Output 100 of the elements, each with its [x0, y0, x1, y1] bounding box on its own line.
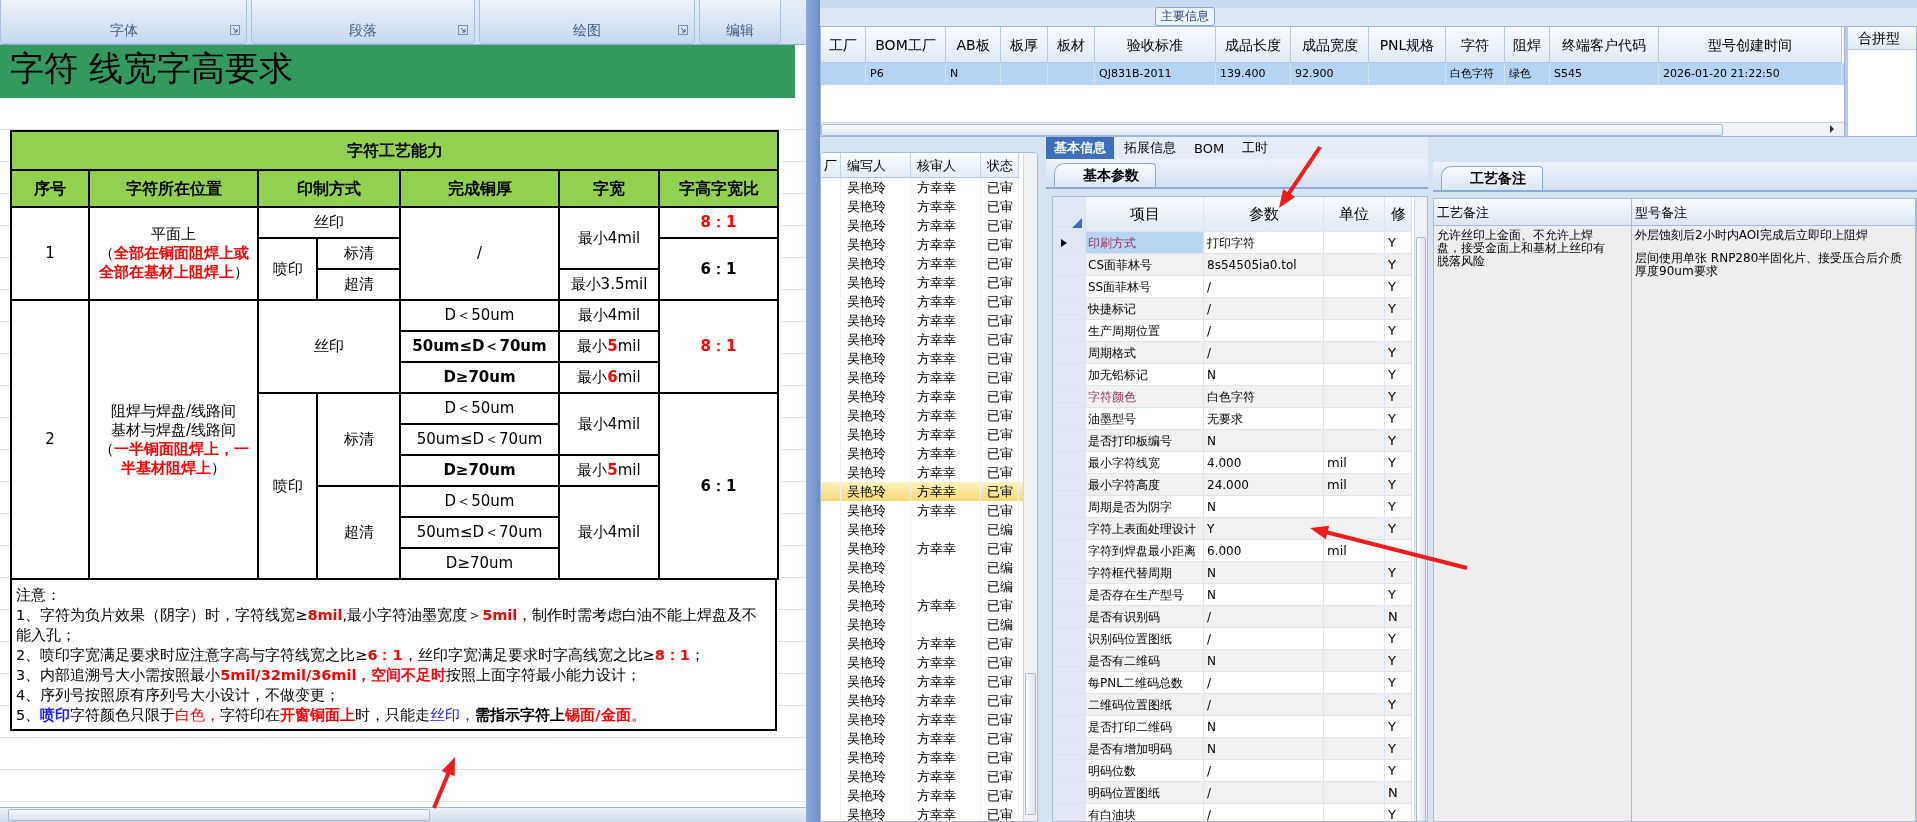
vertical-scrollbar[interactable]: [1414, 197, 1427, 821]
table-cell: [1324, 342, 1385, 364]
column-header[interactable]: 项目: [1086, 197, 1204, 232]
list-row[interactable]: 吴艳玲 方幸幸 已审: [821, 767, 1023, 786]
table-cell: 吴艳玲: [841, 273, 911, 292]
splitter-bar[interactable]: [806, 0, 820, 822]
column-header[interactable]: 阻焊: [1505, 27, 1550, 63]
list-row[interactable]: 吴艳玲 已编: [821, 577, 1023, 596]
tab[interactable]: 拓展信息: [1116, 137, 1184, 159]
list-row[interactable]: 吴艳玲 方幸幸 已审: [821, 805, 1023, 821]
list-row[interactable]: 吴艳玲 方幸幸 已审: [821, 349, 1023, 368]
list-row[interactable]: 吴艳玲 方幸幸 已审: [821, 634, 1023, 653]
table-cell: 方幸幸: [911, 254, 981, 273]
list-row[interactable]: 吴艳玲 方幸幸 已审: [821, 273, 1023, 292]
list-row[interactable]: 吴艳玲 方幸幸 已审: [821, 691, 1023, 710]
tab[interactable]: 工时: [1234, 137, 1277, 159]
horizontal-scrollbar[interactable]: [821, 122, 1844, 136]
list-row[interactable]: 吴艳玲 方幸幸 已审: [821, 368, 1023, 387]
corner-triangle-icon[interactable]: [1072, 218, 1082, 228]
scroll-right-icon[interactable]: [1828, 125, 1836, 133]
table-cell: 已审: [981, 406, 1019, 425]
table-cell: 方幸幸: [911, 748, 981, 767]
list-row[interactable]: 吴艳玲 已编: [821, 615, 1023, 634]
table-cell: 字符颜色: [1086, 386, 1204, 408]
table-cell: [1324, 650, 1385, 672]
dialog-launcher-icon[interactable]: [458, 25, 468, 35]
list-row[interactable]: 吴艳玲 方幸幸 已审: [821, 539, 1023, 558]
table-cell: 已编: [981, 520, 1019, 539]
column-header[interactable]: 工厂: [821, 27, 866, 63]
list-row[interactable]: 吴艳玲 方幸幸 已审: [821, 444, 1023, 463]
column-header[interactable]: 字符: [1446, 27, 1505, 63]
list-row[interactable]: 吴艳玲 方幸幸 已审: [821, 235, 1023, 254]
row-header[interactable]: [1053, 232, 1086, 254]
list-row[interactable]: 吴艳玲 方幸幸 已审: [821, 596, 1023, 615]
table-cell: 吴艳玲: [841, 539, 911, 558]
subtab[interactable]: 基本参数: [1054, 163, 1156, 187]
column-header[interactable]: 成品长度: [1216, 27, 1291, 63]
column-header[interactable]: BOM工厂: [866, 27, 946, 63]
column-header[interactable]: 验收标准: [1095, 27, 1216, 63]
column-header[interactable]: 厂: [821, 153, 841, 178]
list-row[interactable]: 吴艳玲 方幸幸 已审: [821, 330, 1023, 349]
column-header[interactable]: 板材: [1048, 27, 1095, 63]
list-row[interactable]: 吴艳玲 方幸幸 已审: [821, 197, 1023, 216]
column-header[interactable]: 板厚: [1001, 27, 1048, 63]
list-row[interactable]: 吴艳玲 方幸幸 已审: [821, 387, 1023, 406]
table-cell: N: [1385, 782, 1412, 804]
column-header[interactable]: PNL规格: [1369, 27, 1446, 63]
list-row[interactable]: 吴艳玲 方幸幸 已审: [821, 710, 1023, 729]
tab[interactable]: BOM: [1186, 137, 1233, 159]
subtab[interactable]: 工艺备注: [1441, 166, 1543, 190]
list-row[interactable]: 吴艳玲 方幸幸 已审: [821, 501, 1023, 520]
column-header[interactable]: 终端客户代码: [1550, 27, 1659, 63]
column-header[interactable]: AB板: [946, 27, 1001, 63]
list-row[interactable]: 吴艳玲 方幸幸 已审: [821, 786, 1023, 805]
column-header[interactable]: 成品宽度: [1291, 27, 1369, 63]
column-header[interactable]: 核审人: [911, 153, 981, 178]
column-header[interactable]: 修: [1385, 197, 1412, 232]
table-cell: 方幸幸: [911, 501, 981, 520]
table-cell: CS面菲林号: [1086, 254, 1204, 276]
list-row[interactable]: 吴艳玲 方幸幸 已审: [821, 406, 1023, 425]
column-header[interactable]: 状态: [981, 153, 1019, 178]
table-cell: 吴艳玲: [841, 197, 911, 216]
list-row[interactable]: 吴艳玲 方幸幸 已审: [821, 178, 1023, 197]
column-header[interactable]: 工艺备注: [1434, 199, 1632, 226]
list-row[interactable]: 吴艳玲 方幸幸 已审: [821, 311, 1023, 330]
list-row[interactable]: 吴艳玲 已编: [821, 520, 1023, 539]
dialog-launcher-icon[interactable]: [678, 25, 688, 35]
table-cell: 方幸幸: [911, 273, 981, 292]
table-cell: 是否有增加明码: [1086, 738, 1204, 760]
list-row[interactable]: 吴艳玲 方幸幸 已审: [821, 482, 1023, 501]
column-header[interactable]: 型号创建时间: [1659, 27, 1842, 63]
list-row[interactable]: 吴艳玲 方幸幸 已审: [821, 254, 1023, 273]
list-row[interactable]: 吴艳玲 方幸幸 已审: [821, 292, 1023, 311]
table-row[interactable]: P6 N QJ831B-2011 139.400 92.900 白色字符 绿色 S545 2026-01-20 21:22:50: [821, 63, 1844, 85]
table-cell: N: [1204, 738, 1324, 760]
list-row[interactable]: 吴艳玲 方幸幸 已审: [821, 216, 1023, 235]
table-cell: 吴艳玲: [841, 748, 911, 767]
list-row[interactable]: 吴艳玲 方幸幸 已审: [821, 425, 1023, 444]
list-row[interactable]: 吴艳玲 方幸幸 已审: [821, 748, 1023, 767]
table-cell: 已审: [981, 444, 1019, 463]
column-header[interactable]: 型号备注: [1632, 199, 1916, 226]
dialog-launcher-icon[interactable]: [230, 25, 240, 35]
table-cell: D≥70um: [400, 362, 559, 393]
tab[interactable]: 基本信息: [1046, 137, 1114, 159]
column-header[interactable]: 单位: [1324, 197, 1385, 232]
table-title: 字符工艺能力: [11, 131, 779, 170]
table-cell: 方幸幸: [911, 216, 981, 235]
grid-corner[interactable]: [1053, 197, 1086, 232]
list-row[interactable]: 吴艳玲 方幸幸 已审: [821, 672, 1023, 691]
vertical-scrollbar[interactable]: [1023, 153, 1037, 821]
column-header[interactable]: 编写人: [841, 153, 911, 178]
list-row[interactable]: 吴艳玲 方幸幸 已审: [821, 653, 1023, 672]
list-row[interactable]: 吴艳玲 已编: [821, 558, 1023, 577]
table-cell: Y: [1385, 738, 1412, 760]
table-cell: 方幸幸: [911, 596, 981, 615]
list-row[interactable]: 吴艳玲 方幸幸 已审: [821, 729, 1023, 748]
column-header[interactable]: 参数: [1204, 197, 1324, 232]
horizontal-scrollbar[interactable]: [0, 807, 806, 822]
table-cell: 明码位置图纸: [1086, 782, 1204, 804]
table-cell: 是否有二维码: [1086, 650, 1204, 672]
